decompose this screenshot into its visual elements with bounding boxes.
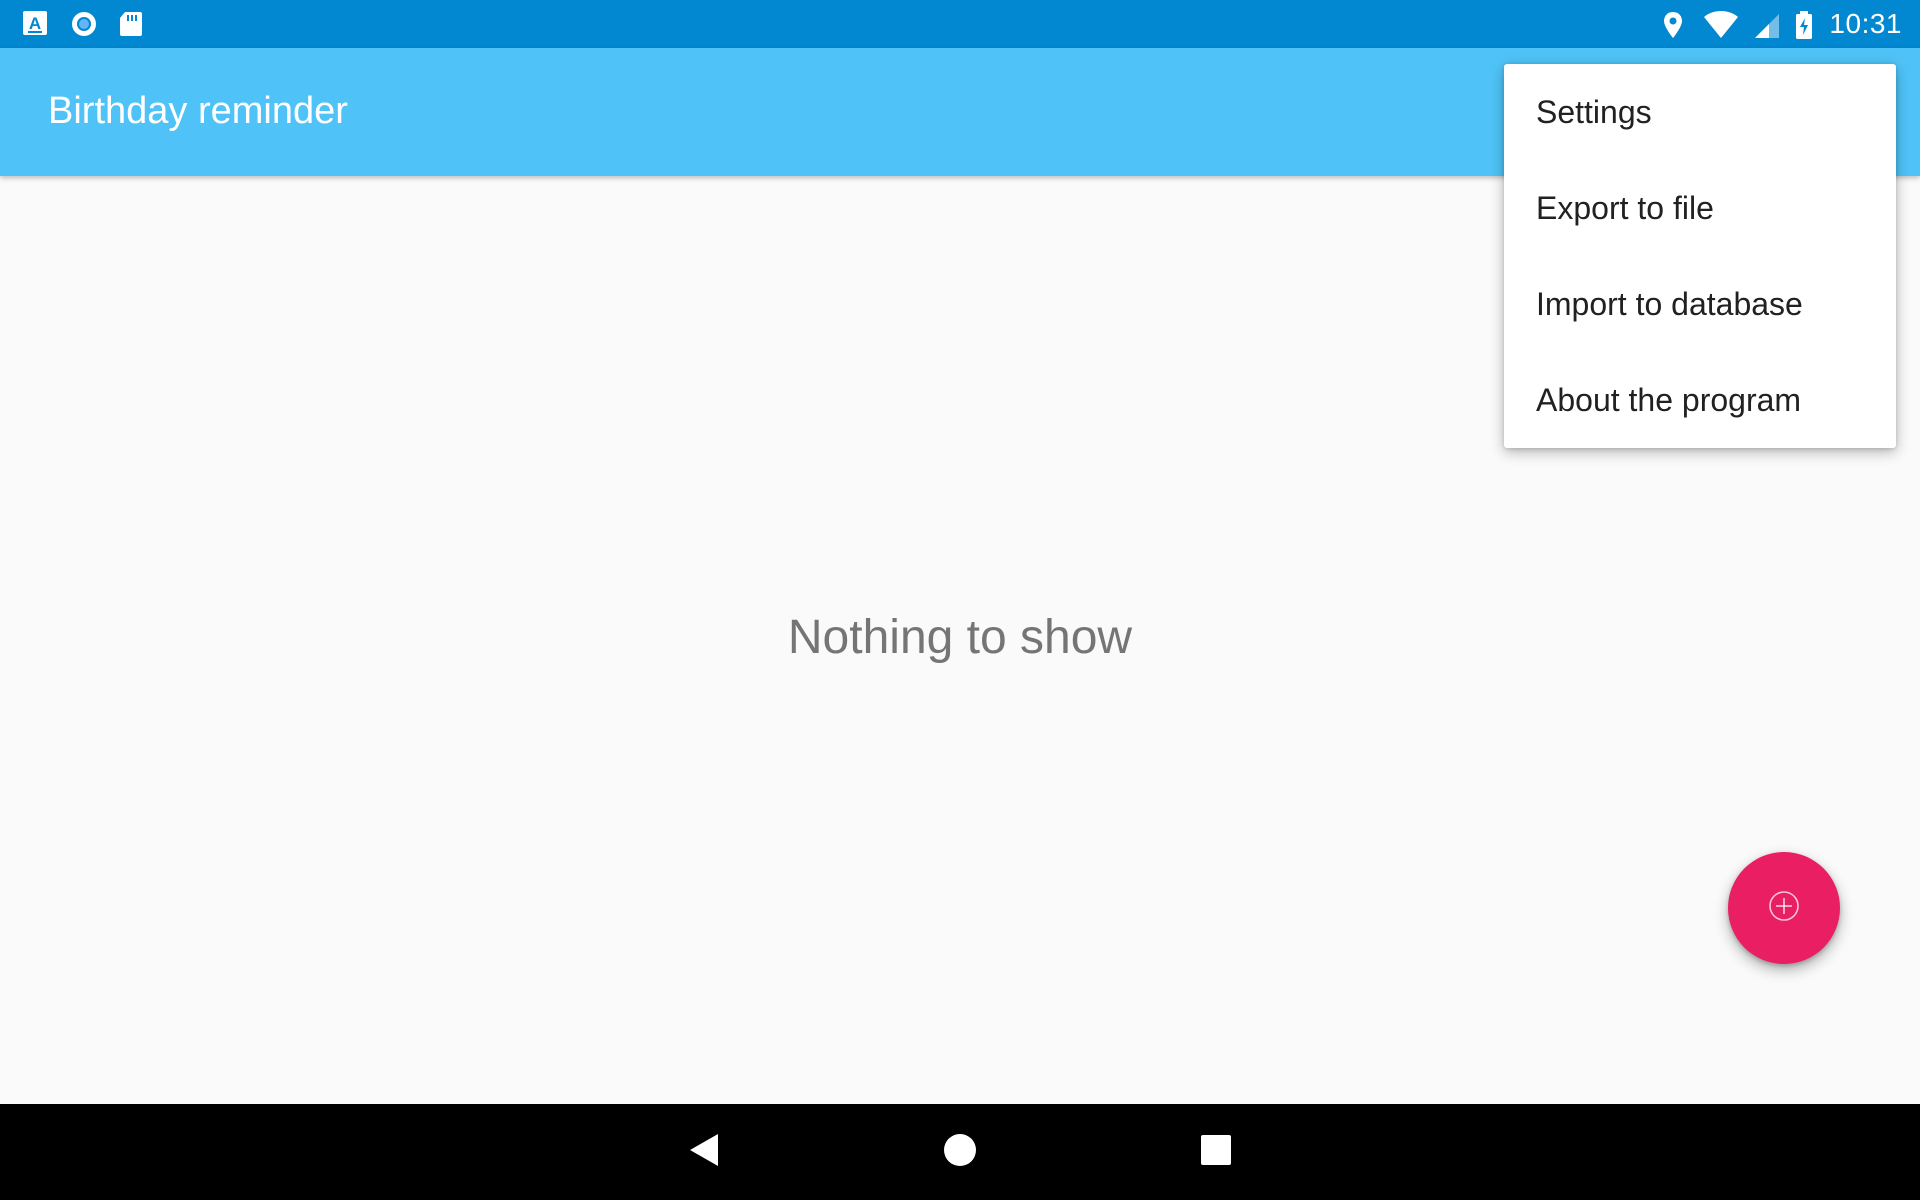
svg-text:A: A	[29, 14, 41, 33]
menu-item-label: Settings	[1536, 93, 1652, 130]
menu-item-import-to-database[interactable]: Import to database	[1504, 256, 1896, 352]
text-a-icon: A	[22, 10, 50, 38]
cell-signal-icon	[1753, 10, 1781, 38]
menu-item-label: About the program	[1536, 381, 1802, 418]
add-circle-icon	[1767, 889, 1801, 928]
app-title: Birthday reminder	[48, 90, 348, 132]
location-icon	[1661, 10, 1689, 38]
status-left-icons: A	[22, 10, 146, 38]
menu-item-settings[interactable]: Settings	[1504, 64, 1896, 160]
screen: A 10:31 Birthday reminder Nothing to sho…	[0, 0, 1920, 1200]
status-right-icons: 10:31	[1661, 6, 1902, 42]
back-button[interactable]	[680, 1128, 728, 1176]
add-birthday-button[interactable]	[1728, 852, 1840, 964]
sync-circle-icon	[70, 10, 98, 38]
menu-item-export-to-file[interactable]: Export to file	[1504, 160, 1896, 256]
wifi-icon	[1703, 10, 1739, 38]
sd-card-icon	[118, 10, 146, 38]
home-button[interactable]	[936, 1128, 984, 1176]
recents-icon	[1200, 1134, 1232, 1171]
menu-item-about-the-program[interactable]: About the program	[1504, 352, 1896, 448]
menu-item-label: Import to database	[1536, 285, 1803, 322]
status-time: 10:31	[1829, 8, 1902, 39]
recents-button[interactable]	[1192, 1128, 1240, 1176]
status-bar: A 10:31	[0, 0, 1920, 48]
menu-item-label: Export to file	[1536, 189, 1714, 226]
battery-charging-icon	[1795, 10, 1815, 39]
back-icon	[687, 1132, 721, 1173]
overflow-menu: Settings Export to file Import to databa…	[1504, 64, 1896, 448]
navigation-bar	[0, 1104, 1920, 1200]
empty-state-message: Nothing to show	[787, 611, 1133, 664]
home-icon	[942, 1132, 978, 1173]
